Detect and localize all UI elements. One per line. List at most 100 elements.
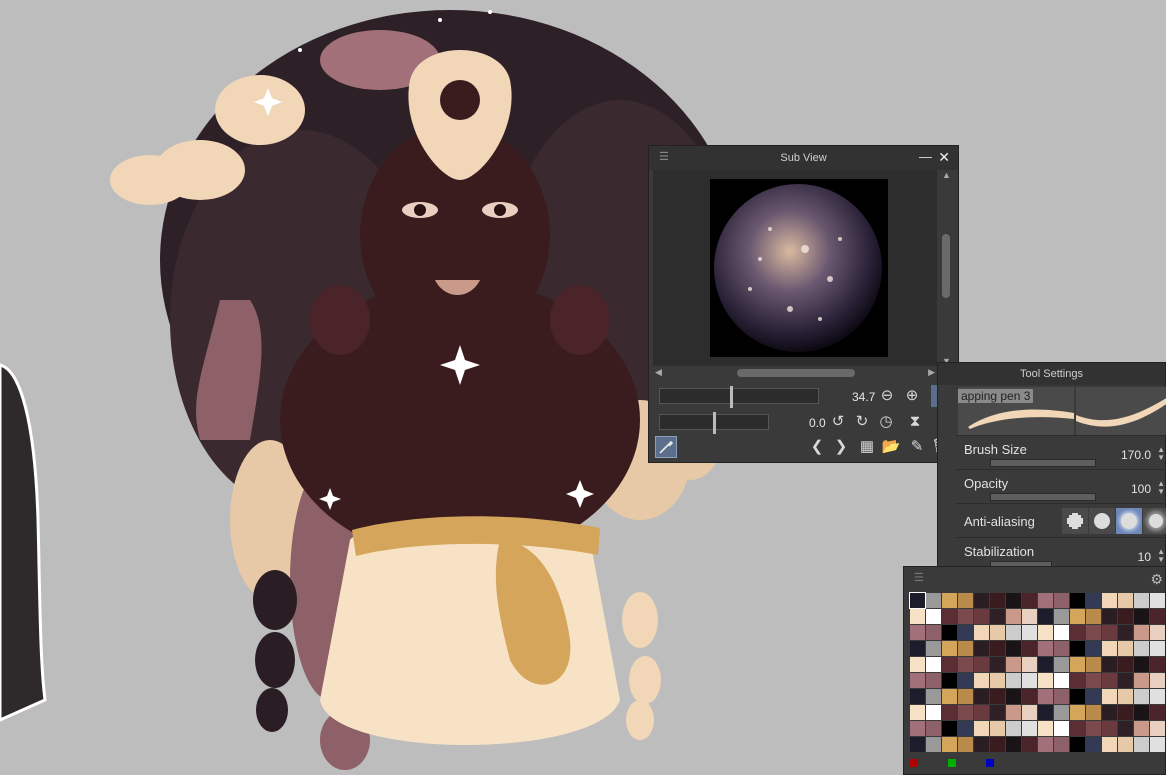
color-swatch[interactable] bbox=[1006, 641, 1021, 656]
color-swatch[interactable] bbox=[1102, 657, 1117, 672]
color-swatch[interactable] bbox=[926, 641, 941, 656]
color-swatch[interactable] bbox=[1022, 593, 1037, 608]
color-swatch[interactable] bbox=[1054, 609, 1069, 624]
color-swatch[interactable] bbox=[1070, 609, 1085, 624]
sub-view-image-area[interactable] bbox=[653, 170, 937, 366]
color-swatch[interactable] bbox=[1134, 641, 1149, 656]
zoom-slider[interactable] bbox=[659, 386, 819, 408]
color-swatch[interactable] bbox=[1102, 593, 1117, 608]
color-swatch[interactable] bbox=[1070, 657, 1085, 672]
color-swatch[interactable] bbox=[958, 737, 973, 752]
opacity-value[interactable]: 100 bbox=[1131, 482, 1151, 496]
scrollbar-thumb[interactable] bbox=[942, 234, 950, 298]
color-swatch[interactable] bbox=[1038, 625, 1053, 640]
scroll-up-icon[interactable]: ▲ bbox=[942, 170, 951, 180]
color-swatch[interactable] bbox=[1070, 721, 1085, 736]
color-swatch[interactable] bbox=[1134, 593, 1149, 608]
antialias-none-option[interactable] bbox=[1062, 508, 1088, 534]
color-swatch[interactable] bbox=[1022, 705, 1037, 720]
color-swatch[interactable] bbox=[990, 721, 1005, 736]
color-swatch[interactable] bbox=[942, 625, 957, 640]
color-swatch[interactable] bbox=[926, 625, 941, 640]
color-swatch[interactable] bbox=[1038, 641, 1053, 656]
color-swatch[interactable] bbox=[1118, 689, 1133, 704]
color-swatch[interactable] bbox=[1086, 609, 1101, 624]
color-swatch[interactable] bbox=[1118, 737, 1133, 752]
color-swatch[interactable] bbox=[1054, 593, 1069, 608]
color-swatch[interactable] bbox=[1102, 625, 1117, 640]
color-swatch[interactable] bbox=[1022, 689, 1037, 704]
color-swatch[interactable] bbox=[1022, 673, 1037, 688]
color-swatch[interactable] bbox=[1150, 721, 1165, 736]
color-swatch[interactable] bbox=[926, 721, 941, 736]
color-swatch[interactable] bbox=[1118, 593, 1133, 608]
color-swatch[interactable] bbox=[958, 689, 973, 704]
color-swatch[interactable] bbox=[942, 737, 957, 752]
color-swatch[interactable] bbox=[990, 593, 1005, 608]
color-swatch[interactable] bbox=[1086, 625, 1101, 640]
color-swatch[interactable] bbox=[1102, 641, 1117, 656]
color-swatch[interactable] bbox=[1038, 737, 1053, 752]
brush-size-value[interactable]: 170.0 bbox=[1121, 448, 1151, 462]
color-swatch[interactable] bbox=[926, 673, 941, 688]
sub-view-vertical-scrollbar[interactable]: ▲ ▼ bbox=[939, 170, 953, 366]
rotate-slider-knob[interactable] bbox=[713, 412, 716, 434]
stabilization-value[interactable]: 10 bbox=[1138, 550, 1151, 564]
color-swatch[interactable] bbox=[990, 641, 1005, 656]
minimize-icon[interactable]: — bbox=[919, 149, 932, 164]
color-swatch[interactable] bbox=[974, 657, 989, 672]
color-swatch[interactable] bbox=[1150, 609, 1165, 624]
color-swatch[interactable] bbox=[1022, 721, 1037, 736]
color-swatch[interactable] bbox=[1086, 689, 1101, 704]
color-swatch[interactable] bbox=[1150, 657, 1165, 672]
color-swatch[interactable] bbox=[1006, 737, 1021, 752]
color-swatch[interactable] bbox=[910, 737, 925, 752]
scrollbar-thumb[interactable] bbox=[737, 369, 855, 377]
opacity-slider[interactable] bbox=[990, 493, 1096, 501]
color-swatch[interactable] bbox=[1070, 673, 1085, 688]
color-swatch[interactable] bbox=[1150, 689, 1165, 704]
color-swatch[interactable] bbox=[1134, 721, 1149, 736]
color-swatch[interactable] bbox=[909, 592, 926, 609]
color-swatch[interactable] bbox=[1006, 689, 1021, 704]
color-swatch[interactable] bbox=[926, 689, 941, 704]
menu-icon[interactable]: ☰ bbox=[914, 571, 924, 584]
color-swatch[interactable] bbox=[1054, 737, 1069, 752]
color-swatch[interactable] bbox=[1022, 737, 1037, 752]
color-swatch[interactable] bbox=[1134, 689, 1149, 704]
color-swatch[interactable] bbox=[1102, 721, 1117, 736]
color-swatch[interactable] bbox=[1086, 721, 1101, 736]
color-swatch[interactable] bbox=[910, 657, 925, 672]
color-swatch[interactable] bbox=[1070, 625, 1085, 640]
sub-view-horizontal-scrollbar[interactable]: ◀ ▶ bbox=[653, 367, 937, 379]
zoom-slider-knob[interactable] bbox=[730, 386, 734, 408]
color-swatch[interactable] bbox=[1102, 673, 1117, 688]
stepper-icon[interactable]: ▲ ▼ bbox=[1157, 446, 1165, 462]
color-swatch[interactable] bbox=[1102, 689, 1117, 704]
color-swatch[interactable] bbox=[1070, 737, 1085, 752]
color-swatch[interactable] bbox=[1022, 657, 1037, 672]
color-swatch[interactable] bbox=[1086, 657, 1101, 672]
color-swatch[interactable] bbox=[1006, 705, 1021, 720]
color-swatch[interactable] bbox=[958, 657, 973, 672]
menu-icon[interactable]: ☰ bbox=[659, 152, 669, 163]
color-swatch[interactable] bbox=[1038, 609, 1053, 624]
color-swatch[interactable] bbox=[1118, 721, 1133, 736]
color-swatch[interactable] bbox=[974, 641, 989, 656]
color-swatch[interactable] bbox=[1150, 737, 1165, 752]
color-swatch[interactable] bbox=[1118, 673, 1133, 688]
brush-size-slider[interactable] bbox=[990, 459, 1096, 467]
color-swatch[interactable] bbox=[1006, 673, 1021, 688]
color-swatch[interactable] bbox=[910, 625, 925, 640]
stepper-icon[interactable]: ▲ ▼ bbox=[1157, 480, 1165, 496]
color-swatch[interactable] bbox=[1086, 737, 1101, 752]
color-swatch[interactable] bbox=[974, 625, 989, 640]
edit-icon[interactable]: ✎ bbox=[907, 438, 927, 456]
color-swatch[interactable] bbox=[974, 609, 989, 624]
color-swatch[interactable] bbox=[1118, 641, 1133, 656]
scroll-right-icon[interactable]: ▶ bbox=[928, 367, 935, 378]
color-swatch[interactable] bbox=[1118, 609, 1133, 624]
color-swatch[interactable] bbox=[1006, 721, 1021, 736]
color-swatch[interactable] bbox=[958, 721, 973, 736]
color-swatch[interactable] bbox=[1006, 657, 1021, 672]
